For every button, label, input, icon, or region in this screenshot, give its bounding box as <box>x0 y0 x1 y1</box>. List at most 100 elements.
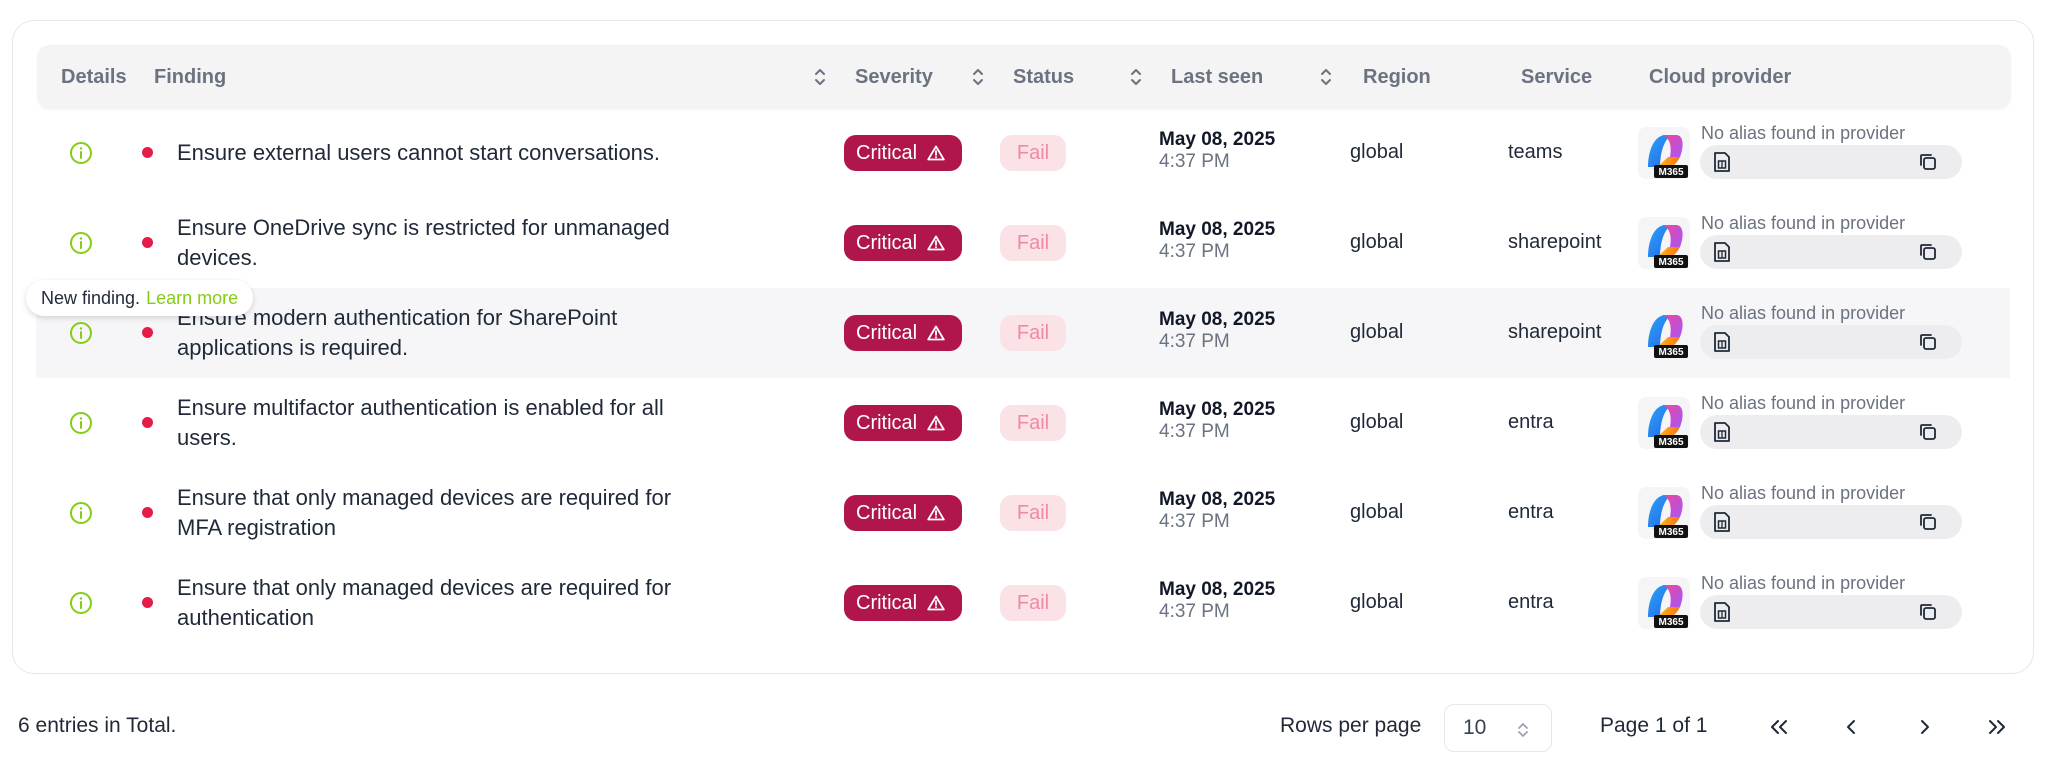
warning-triangle-icon <box>927 325 945 341</box>
severity-label: Critical <box>856 591 918 614</box>
status-badge: Fail <box>1000 225 1066 261</box>
service-cell: sharepoint <box>1508 231 1602 253</box>
alias-text: No alias found in provider <box>1701 303 1906 323</box>
header-details: Details <box>61 65 127 88</box>
last-seen-date: May 08, 2025 <box>1159 489 1276 510</box>
chevrons-left-icon[interactable] <box>1766 714 1792 740</box>
service-cell: sharepoint <box>1508 321 1602 343</box>
table-row[interactable]: Ensure that only managed devices are req… <box>36 468 2010 558</box>
copy-icon[interactable] <box>1918 602 1938 622</box>
chevron-left-icon[interactable] <box>1838 714 1864 740</box>
info-circle-icon[interactable] <box>69 501 93 525</box>
warning-triangle-icon <box>927 595 945 611</box>
m365-logo-icon: M365 <box>1638 127 1690 179</box>
last-seen-time: 4:37 PM <box>1159 511 1230 532</box>
warning-triangle-icon <box>927 145 945 161</box>
alias-text: No alias found in provider <box>1701 123 1906 143</box>
service-cell: entra <box>1508 501 1554 523</box>
rows-per-page-value: 10 <box>1463 716 1487 739</box>
alias-box <box>1700 235 1962 269</box>
sim-card-icon <box>1714 332 1730 352</box>
region-cell: global <box>1350 141 1404 163</box>
provider-badge-text: M365 <box>1658 617 1683 628</box>
finding-text[interactable]: Ensure multifactor authentication is ena… <box>177 393 717 453</box>
finding-line: Ensure OneDrive sync is restricted for u… <box>177 215 670 240</box>
sim-card-icon <box>1714 512 1730 532</box>
severity-badge: Critical <box>844 315 962 351</box>
info-circle-icon[interactable] <box>69 411 93 435</box>
info-circle-icon[interactable] <box>69 321 93 345</box>
severity-label: Critical <box>856 231 918 254</box>
chevron-right-icon[interactable] <box>1912 714 1938 740</box>
sort-icon[interactable] <box>971 65 985 89</box>
info-circle-icon[interactable] <box>69 141 93 165</box>
finding-line: Ensure modern authentication for SharePo… <box>177 305 618 330</box>
info-circle-icon[interactable] <box>69 591 93 615</box>
tooltip-text: New finding. <box>41 287 141 308</box>
page-info: Page 1 of 1 <box>1600 714 1708 737</box>
finding-text[interactable]: Ensure modern authentication for SharePo… <box>177 303 717 363</box>
sort-icon[interactable] <box>813 65 827 89</box>
header-region: Region <box>1363 65 1431 88</box>
last-seen-time: 4:37 PM <box>1159 331 1230 352</box>
table-row[interactable]: Ensure OneDrive sync is restricted for u… <box>36 198 2010 288</box>
status-badge: Fail <box>1000 495 1066 531</box>
table-row[interactable]: Ensure modern authentication for SharePo… <box>36 288 2010 378</box>
finding-text[interactable]: Ensure external users cannot start conve… <box>177 138 717 168</box>
m365-logo-icon: M365 <box>1638 397 1690 449</box>
last-seen-date: May 08, 2025 <box>1159 309 1276 330</box>
finding-text[interactable]: Ensure OneDrive sync is restricted for u… <box>177 213 717 273</box>
m365-logo-icon: M365 <box>1638 577 1690 629</box>
sim-card-icon <box>1714 422 1730 442</box>
alias-text: No alias found in provider <box>1701 213 1906 233</box>
finding-text[interactable]: Ensure that only managed devices are req… <box>177 573 717 633</box>
table-row[interactable]: Ensure multifactor authentication is ena… <box>36 378 2010 468</box>
rows-per-page-select[interactable]: 10 <box>1444 704 1552 752</box>
last-seen-date: May 08, 2025 <box>1159 579 1276 600</box>
service-cell: entra <box>1508 411 1554 433</box>
finding-line: users. <box>177 425 237 450</box>
m365-logo-icon: M365 <box>1638 487 1690 539</box>
sim-card-icon <box>1714 242 1730 262</box>
table-row[interactable]: Ensure that only managed devices are req… <box>36 558 2010 648</box>
chevrons-right-icon[interactable] <box>1984 714 2010 740</box>
region-cell: global <box>1350 411 1404 433</box>
sort-icon[interactable] <box>1129 65 1143 89</box>
last-seen-date: May 08, 2025 <box>1159 219 1276 240</box>
learn-more-link[interactable]: Learn more <box>146 288 238 309</box>
sort-icon[interactable] <box>1319 65 1333 89</box>
last-seen-time: 4:37 PM <box>1159 421 1230 442</box>
finding-line: Ensure multifactor authentication is ena… <box>177 395 664 420</box>
header-finding[interactable]: Finding <box>154 45 226 109</box>
severity-label: Critical <box>856 411 918 434</box>
last-seen-time: 4:37 PM <box>1159 601 1230 622</box>
copy-icon[interactable] <box>1918 512 1938 532</box>
last-seen-date: May 08, 2025 <box>1159 399 1276 420</box>
sim-card-icon <box>1714 152 1730 172</box>
provider-badge-text: M365 <box>1658 437 1683 448</box>
copy-icon[interactable] <box>1918 332 1938 352</box>
copy-icon[interactable] <box>1918 422 1938 442</box>
new-finding-dot <box>142 147 153 158</box>
new-finding-dot <box>142 507 153 518</box>
new-finding-dot <box>142 327 153 338</box>
status-badge: Fail <box>1000 405 1066 441</box>
info-circle-icon[interactable] <box>69 231 93 255</box>
rows-per-page-label: Rows per page <box>1280 714 1422 737</box>
last-seen-date: May 08, 2025 <box>1159 129 1276 150</box>
header-last-seen[interactable]: Last seen <box>1171 45 1263 109</box>
provider-badge-text: M365 <box>1658 347 1683 358</box>
finding-text[interactable]: Ensure that only managed devices are req… <box>177 483 717 543</box>
sort-updown-icon <box>1518 723 1528 737</box>
severity-label: Critical <box>856 141 918 164</box>
severity-badge: Critical <box>844 225 962 261</box>
alias-text: No alias found in provider <box>1701 393 1906 413</box>
header-severity[interactable]: Severity <box>855 45 933 109</box>
header-status[interactable]: Status <box>1013 45 1074 109</box>
table-row[interactable]: Ensure external users cannot start conve… <box>36 108 2010 198</box>
copy-icon[interactable] <box>1918 152 1938 172</box>
copy-icon[interactable] <box>1918 242 1938 262</box>
provider-badge-text: M365 <box>1658 257 1683 268</box>
new-finding-dot <box>142 597 153 608</box>
service-cell: teams <box>1508 141 1563 163</box>
